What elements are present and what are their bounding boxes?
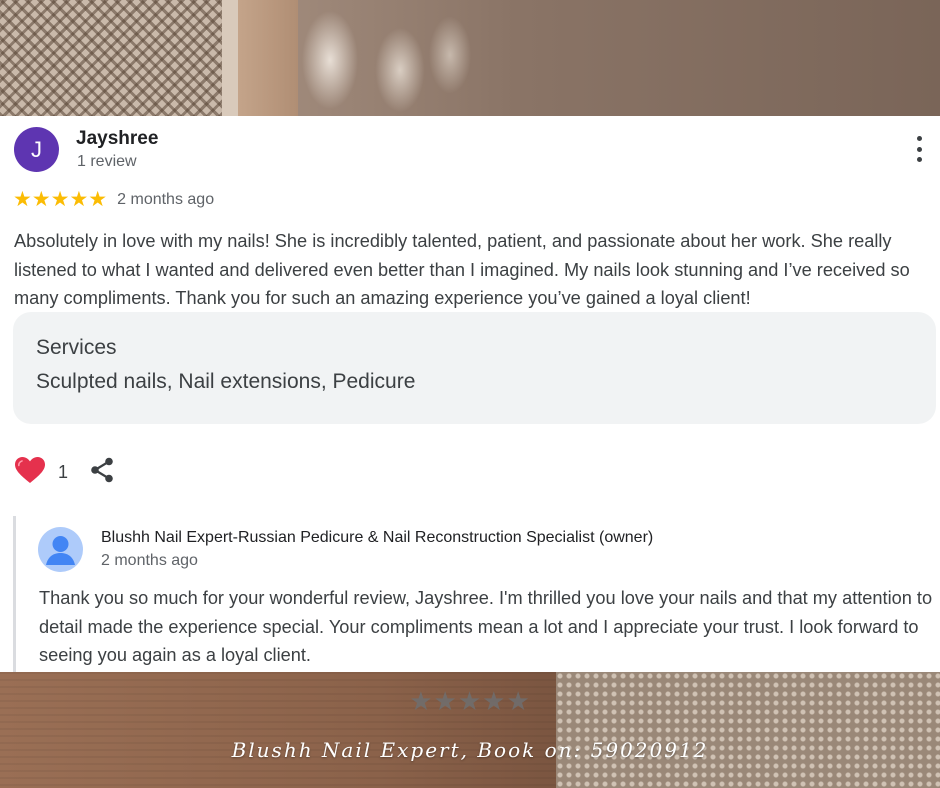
lattice-panel [0, 0, 222, 116]
header-background-photo [0, 0, 940, 116]
more-options-icon[interactable] [908, 136, 930, 162]
review-count: 1 review [77, 153, 137, 170]
rating-row: ★★★★★ 2 months ago [13, 187, 214, 212]
heart-icon[interactable] [14, 456, 46, 489]
review-actions: 1 [14, 456, 114, 489]
owner-name: Blushh Nail Expert-Russian Pedicure & Na… [101, 529, 654, 546]
reviewer-name[interactable]: Jayshree [76, 128, 158, 150]
pampas-grass [290, 0, 500, 116]
services-title: Services [36, 336, 117, 359]
star-rating: ★★★★★ [13, 188, 108, 211]
review-card: J Jayshree 1 review ★★★★★ 2 months ago A… [0, 116, 940, 672]
share-icon[interactable] [90, 457, 114, 488]
owner-avatar [38, 527, 83, 572]
reply-divider [13, 516, 16, 672]
services-box: Services Sculpted nails, Nail extensions… [13, 312, 936, 424]
like-count: 1 [58, 462, 69, 482]
booking-caption: Blushh Nail Expert, Book on: 59020912 [231, 738, 709, 762]
reviewer-avatar[interactable]: J [14, 127, 59, 172]
services-list: Sculpted nails, Nail extensions, Pedicur… [36, 370, 416, 393]
footer-stars: ★★★★★ [409, 686, 531, 716]
owner-reply-text: Thank you so much for your wonderful rev… [39, 588, 933, 665]
lattice-frame [222, 0, 238, 116]
review-time: 2 months ago [117, 190, 215, 208]
wooden-cabinet [238, 0, 298, 116]
owner-reply-time: 2 months ago [101, 552, 198, 569]
review-text: Absolutely in love with my nails! She is… [14, 231, 910, 308]
